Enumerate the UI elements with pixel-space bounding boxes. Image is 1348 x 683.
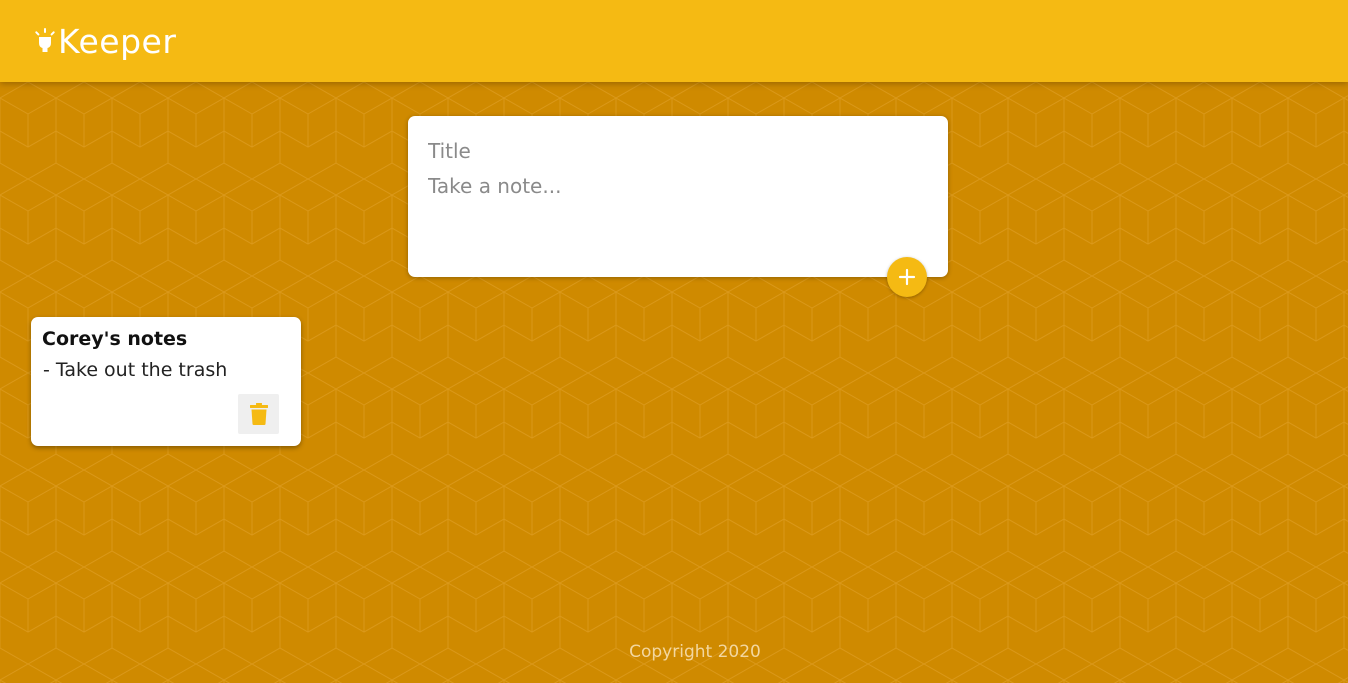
trash-icon bbox=[249, 403, 268, 425]
delete-note-button[interactable] bbox=[238, 394, 279, 434]
copyright-text: Copyright 2020 bbox=[629, 642, 761, 662]
note-title-input[interactable] bbox=[428, 138, 928, 164]
note-content-input[interactable] bbox=[428, 173, 928, 253]
lightbulb-icon bbox=[35, 28, 55, 52]
plus-icon bbox=[898, 268, 916, 286]
note-content: - Take out the trash bbox=[43, 359, 228, 381]
app-title: Keeper bbox=[58, 22, 177, 61]
note-card: Corey's notes - Take out the trash bbox=[31, 317, 301, 446]
create-note-form bbox=[408, 116, 948, 277]
app-header: Keeper bbox=[0, 0, 1348, 82]
note-title: Corey's notes bbox=[42, 328, 188, 350]
app-logo[interactable]: Keeper bbox=[34, 22, 176, 62]
app-footer: Copyright 2020 bbox=[0, 642, 1348, 662]
add-note-button[interactable] bbox=[887, 257, 927, 297]
